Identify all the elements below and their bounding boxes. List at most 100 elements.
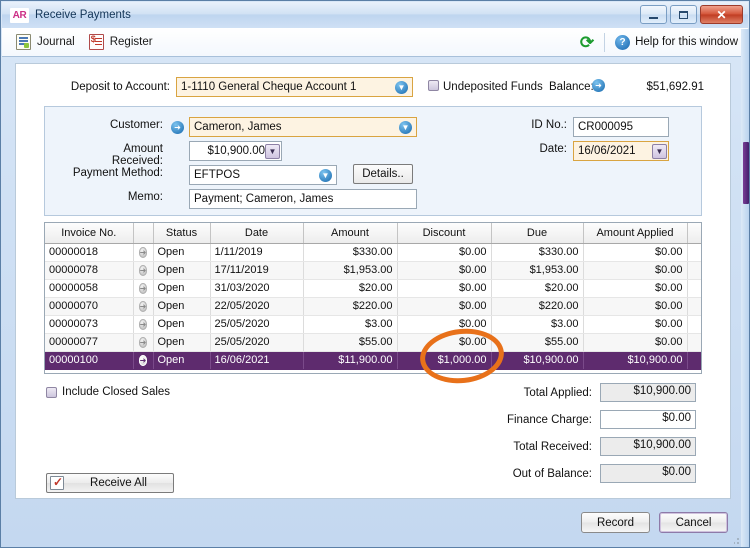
balance-value: $51,692.91 <box>624 81 704 93</box>
include-closed-sales-label: Include Closed Sales <box>62 386 170 398</box>
out-of-balance-label: Out of Balance: <box>513 468 592 480</box>
cell-invoice-no: 00000058 <box>45 279 133 297</box>
minimize-button[interactable] <box>640 5 667 24</box>
details-button[interactable]: Details.. <box>353 164 413 184</box>
toolbar-register-button[interactable]: Register <box>89 34 153 50</box>
chevron-down-icon[interactable]: ▼ <box>265 144 280 159</box>
row-arrow-icon[interactable]: ➜ <box>139 337 148 348</box>
cell-amount-applied: $0.00 <box>583 279 687 297</box>
payment-method-field[interactable]: EFTPOS ▼ <box>189 165 337 185</box>
col-amount-applied[interactable]: Amount Applied <box>583 223 687 243</box>
cell-status: Open <box>153 279 210 297</box>
row-arrow-icon[interactable]: ➜ <box>139 319 148 330</box>
include-closed-sales-checkbox[interactable] <box>46 387 57 398</box>
cell-invoice-no: 00000077 <box>45 333 133 351</box>
cell-date: 25/05/2020 <box>210 315 303 333</box>
undeposited-funds-label: Undeposited Funds <box>443 81 543 93</box>
cell-spacer <box>687 333 702 351</box>
window-scrollbar-track[interactable] <box>741 29 749 547</box>
col-invoice-no[interactable]: Invoice No. <box>45 223 133 243</box>
date-field[interactable]: 16/06/2021 ▼ <box>573 141 669 161</box>
cell-amount: $220.00 <box>303 297 397 315</box>
receive-payments-window: AR Receive Payments ✕ Journal Register ⟳… <box>0 0 750 548</box>
customer-field[interactable]: Cameron, James ▼ <box>189 117 417 137</box>
balance-arrow-icon[interactable]: ➜ <box>592 79 605 92</box>
chevron-down-icon[interactable]: ▼ <box>399 121 412 134</box>
id-no-value: CR000095 <box>578 121 664 133</box>
row-arrow-icon[interactable]: ➜ <box>139 355 148 366</box>
cell-amount-applied: $10,900.00 <box>583 351 687 369</box>
table-row[interactable]: 00000077➜Open25/05/2020$55.00$0.00$55.00… <box>45 333 702 351</box>
out-of-balance-value: $0.00 <box>600 464 696 483</box>
help-link[interactable]: Help for this window <box>635 36 738 48</box>
cell-invoice-no: 00000073 <box>45 315 133 333</box>
cancel-button[interactable]: Cancel <box>659 512 728 533</box>
total-received-label: Total Received: <box>513 441 592 453</box>
include-closed-sales-row[interactable]: Include Closed Sales <box>46 386 170 398</box>
table-row[interactable]: 00000078➜Open17/11/2019$1,953.00$0.00$1,… <box>45 261 702 279</box>
cell-row-arrow: ➜ <box>133 297 153 315</box>
toolbar-divider <box>604 33 605 52</box>
col-status[interactable]: Status <box>153 223 210 243</box>
register-label: Register <box>110 36 153 48</box>
table-row[interactable]: 00000073➜Open25/05/2020$3.00$0.00$3.00$0… <box>45 315 702 333</box>
row-arrow-icon[interactable]: ➜ <box>139 265 148 276</box>
cell-row-arrow: ➜ <box>133 261 153 279</box>
invoice-grid-body: 00000018➜Open1/11/2019$330.00$0.00$330.0… <box>45 243 702 369</box>
table-row[interactable]: 00000070➜Open22/05/2020$220.00$0.00$220.… <box>45 297 702 315</box>
content-inner: Deposit to Account: 1-1110 General Chequ… <box>16 64 730 498</box>
journal-label: Journal <box>37 36 75 48</box>
cell-row-arrow: ➜ <box>133 243 153 261</box>
cell-amount: $3.00 <box>303 315 397 333</box>
finance-charge-input[interactable]: $0.00 <box>600 410 696 429</box>
cell-spacer <box>687 279 702 297</box>
cell-amount: $11,900.00 <box>303 351 397 369</box>
cell-due: $55.00 <box>491 333 583 351</box>
date-label: Date: <box>513 143 567 155</box>
cell-discount: $0.00 <box>397 261 491 279</box>
deposit-to-account-value: 1-1110 General Cheque Account 1 <box>181 81 395 93</box>
amount-received-field[interactable]: $10,900.00 ▼ <box>189 141 282 161</box>
totals-panel: Total Applied: $10,900.00 Finance Charge… <box>396 382 696 490</box>
col-discount[interactable]: Discount <box>397 223 491 243</box>
amount-received-value: $10,900.00 <box>194 145 265 157</box>
cell-date: 17/11/2019 <box>210 261 303 279</box>
row-arrow-icon[interactable]: ➜ <box>139 301 148 312</box>
col-amount[interactable]: Amount <box>303 223 397 243</box>
customer-arrow-icon[interactable]: ➜ <box>171 121 184 134</box>
maximize-button[interactable] <box>670 5 697 24</box>
col-due[interactable]: Due <box>491 223 583 243</box>
cell-amount: $55.00 <box>303 333 397 351</box>
cell-amount: $330.00 <box>303 243 397 261</box>
table-row[interactable]: 00000018➜Open1/11/2019$330.00$0.00$330.0… <box>45 243 702 261</box>
toolbar-journal-button[interactable]: Journal <box>16 34 75 50</box>
table-row[interactable]: 00000100➜Open16/06/2021$11,900.00$1,000.… <box>45 351 702 369</box>
row-arrow-icon[interactable]: ➜ <box>139 283 148 294</box>
chevron-down-icon[interactable]: ▼ <box>319 169 332 182</box>
deposit-to-account-field[interactable]: 1-1110 General Cheque Account 1 ▼ <box>176 77 413 97</box>
total-applied-row: Total Applied: $10,900.00 <box>396 382 696 403</box>
chevron-down-icon[interactable]: ▼ <box>395 81 408 94</box>
cell-invoice-no: 00000018 <box>45 243 133 261</box>
cell-row-arrow: ➜ <box>133 333 153 351</box>
row-arrow-icon[interactable]: ➜ <box>139 247 148 258</box>
cell-invoice-no: 00000100 <box>45 351 133 369</box>
undeposited-funds-checkbox[interactable] <box>428 80 439 91</box>
cell-invoice-no: 00000078 <box>45 261 133 279</box>
help-icon[interactable]: ? <box>615 35 630 50</box>
table-row[interactable]: 00000058➜Open31/03/2020$20.00$0.00$20.00… <box>45 279 702 297</box>
close-button[interactable]: ✕ <box>700 5 743 24</box>
out-of-balance-row: Out of Balance: $0.00 <box>396 463 696 484</box>
chevron-down-icon[interactable]: ▼ <box>652 144 667 159</box>
id-no-field[interactable]: CR000095 <box>573 117 669 137</box>
receive-all-button[interactable]: Receive All <box>46 473 174 493</box>
memo-field[interactable]: Payment; Cameron, James <box>189 189 417 209</box>
cell-amount-applied: $0.00 <box>583 315 687 333</box>
refresh-icon[interactable]: ⟳ <box>580 34 594 51</box>
window-scrollbar-thumb[interactable] <box>743 142 749 204</box>
col-date[interactable]: Date <box>210 223 303 243</box>
cell-invoice-no: 00000070 <box>45 297 133 315</box>
total-received-value: $10,900.00 <box>600 437 696 456</box>
invoice-table[interactable]: Invoice No. Status Date Amount Discount … <box>44 222 702 374</box>
record-button[interactable]: Record <box>581 512 650 533</box>
